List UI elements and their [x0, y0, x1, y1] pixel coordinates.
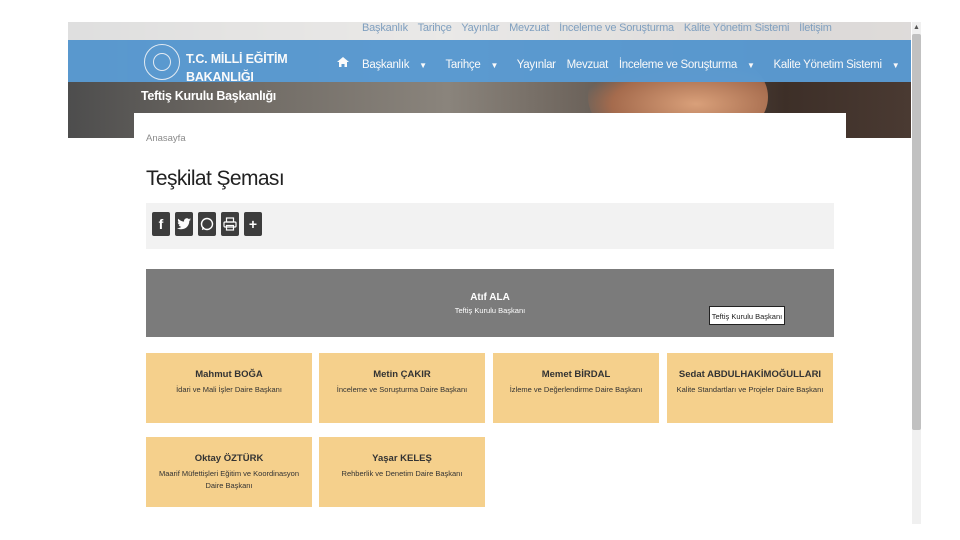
nav-item-baskanlik[interactable]: Başkanlık ▼ [362, 59, 435, 71]
unit-name: Memet BİRDAL [541, 369, 611, 380]
ghost-nav-item: Başkanlık [362, 22, 408, 34]
unit-name: Mahmut BOĞA [195, 369, 263, 380]
main-navbar: T.C. MİLLİ EĞİTİM BAKANLIĞI Başkanlık ▼ T… [68, 40, 911, 84]
nav-label: Başkanlık [362, 59, 410, 71]
org-unit-card[interactable]: Sedat ABDULHAKİMOĞULLARI Kalite Standart… [667, 353, 833, 423]
unit-role: İdari ve Mali İşler Daire Başkanı [176, 385, 282, 394]
whatsapp-icon[interactable] [198, 212, 216, 236]
chevron-down-icon: ▼ [490, 61, 499, 70]
org-unit-card[interactable]: Mahmut BOĞA İdari ve Mali İşler Daire Ba… [146, 353, 312, 423]
main-content: Anasayfa Teşkilat Şeması f + Atıf ALA Te… [134, 113, 846, 524]
ghost-nav-item: İletişim [799, 22, 832, 34]
nav-item-mevzuat[interactable]: Mevzuat [567, 59, 609, 71]
nav-label: Kalite Yönetim Sistemi [773, 59, 882, 71]
org-unit-card[interactable]: Oktay ÖZTÜRK Maarif Müfettişleri Eğitim … [146, 437, 312, 507]
chevron-down-icon: ▼ [419, 61, 427, 70]
nav-item-tarihce[interactable]: Tarihçe ▼ [445, 59, 506, 71]
unit-name: Metin ÇAKIR [373, 369, 431, 380]
org-chart-head[interactable]: Atıf ALA Teftiş Kurulu Başkanı [146, 269, 834, 337]
unit-name: Yaşar KELEŞ [372, 453, 432, 464]
plus-icon[interactable]: + [244, 212, 262, 236]
org-unit-card[interactable]: Memet BİRDAL İzleme ve Değerlendirme Dai… [493, 353, 659, 423]
print-icon[interactable] [221, 212, 239, 236]
org-unit-card[interactable]: Metin ÇAKIR İnceleme ve Soruşturma Daire… [319, 353, 485, 423]
unit-name: Oktay ÖZTÜRK [194, 453, 264, 464]
unit-role: İzleme ve Değerlendirme Daire Başkanı [509, 385, 643, 394]
unit-role: Maarif Müfettişleri Eğitim ve Koordinasy… [158, 469, 300, 490]
brand-line-1: T.C. MİLLİ EĞİTİM [186, 52, 288, 66]
page-title: Teşkilat Şeması [146, 167, 285, 190]
site-title[interactable]: Teftiş Kurulu Başkanlığı [141, 89, 276, 103]
unit-role: İnceleme ve Soruşturma Daire Başkanı [336, 385, 468, 394]
ghost-nav-item: İnceleme ve Soruşturma [559, 22, 674, 34]
twitter-icon[interactable] [175, 212, 193, 236]
chevron-down-icon: ▼ [746, 61, 755, 70]
unit-role: Rehberlik ve Denetim Daire Başkanı [341, 469, 463, 478]
breadcrumb[interactable]: Anasayfa [146, 133, 186, 144]
scroll-up-arrow-icon[interactable]: ▲ [913, 24, 920, 31]
unit-role: Kalite Standartları ve Projeler Daire Ba… [676, 385, 824, 394]
ghost-nav-item: Kalite Yönetim Sistemi [683, 22, 790, 34]
nav-item-yayinlar[interactable]: Yayınlar [517, 59, 556, 71]
nav-label: Tarihçe [445, 59, 481, 71]
nav-item-kalite[interactable]: Kalite Yönetim Sistemi ▼ [773, 59, 907, 71]
ghost-nav-item: Mevzuat [509, 22, 550, 34]
head-name: Atıf ALA [470, 292, 510, 303]
ghost-nav-strip: Başkanlık Tarihçe Yayınlar Mevzuat İncel… [68, 22, 911, 40]
brand-line-2: BAKANLIĞI [186, 70, 254, 84]
org-unit-card[interactable]: Yaşar KELEŞ Rehberlik ve Denetim Daire B… [319, 437, 485, 507]
home-icon[interactable] [337, 57, 349, 67]
meb-logo-icon[interactable] [144, 44, 180, 80]
nav-item-inceleme[interactable]: İnceleme ve Soruşturma ▼ [619, 59, 763, 71]
share-bar: f + [146, 203, 834, 249]
chevron-down-icon: ▼ [891, 61, 900, 70]
tooltip: Teftiş Kurulu Başkanı [709, 306, 785, 325]
unit-name: Sedat ABDULHAKİMOĞULLARI [678, 369, 822, 380]
brand-name[interactable]: T.C. MİLLİ EĞİTİM BAKANLIĞI [186, 50, 288, 86]
scrollbar-thumb[interactable] [912, 34, 921, 430]
nav-menu: Başkanlık ▼ Tarihçe ▼ Yayınlar Mevzuat İnc… [362, 59, 911, 71]
ghost-nav: Başkanlık Tarihçe Yayınlar Mevzuat İncel… [362, 22, 839, 34]
facebook-icon[interactable]: f [152, 212, 170, 236]
nav-label: İnceleme ve Soruşturma [618, 59, 737, 71]
ghost-nav-item: Tarihçe [417, 22, 452, 34]
browser-viewport: Başkanlık Tarihçe Yayınlar Mevzuat İncel… [68, 22, 911, 524]
ghost-nav-item: Yayınlar [461, 22, 500, 34]
